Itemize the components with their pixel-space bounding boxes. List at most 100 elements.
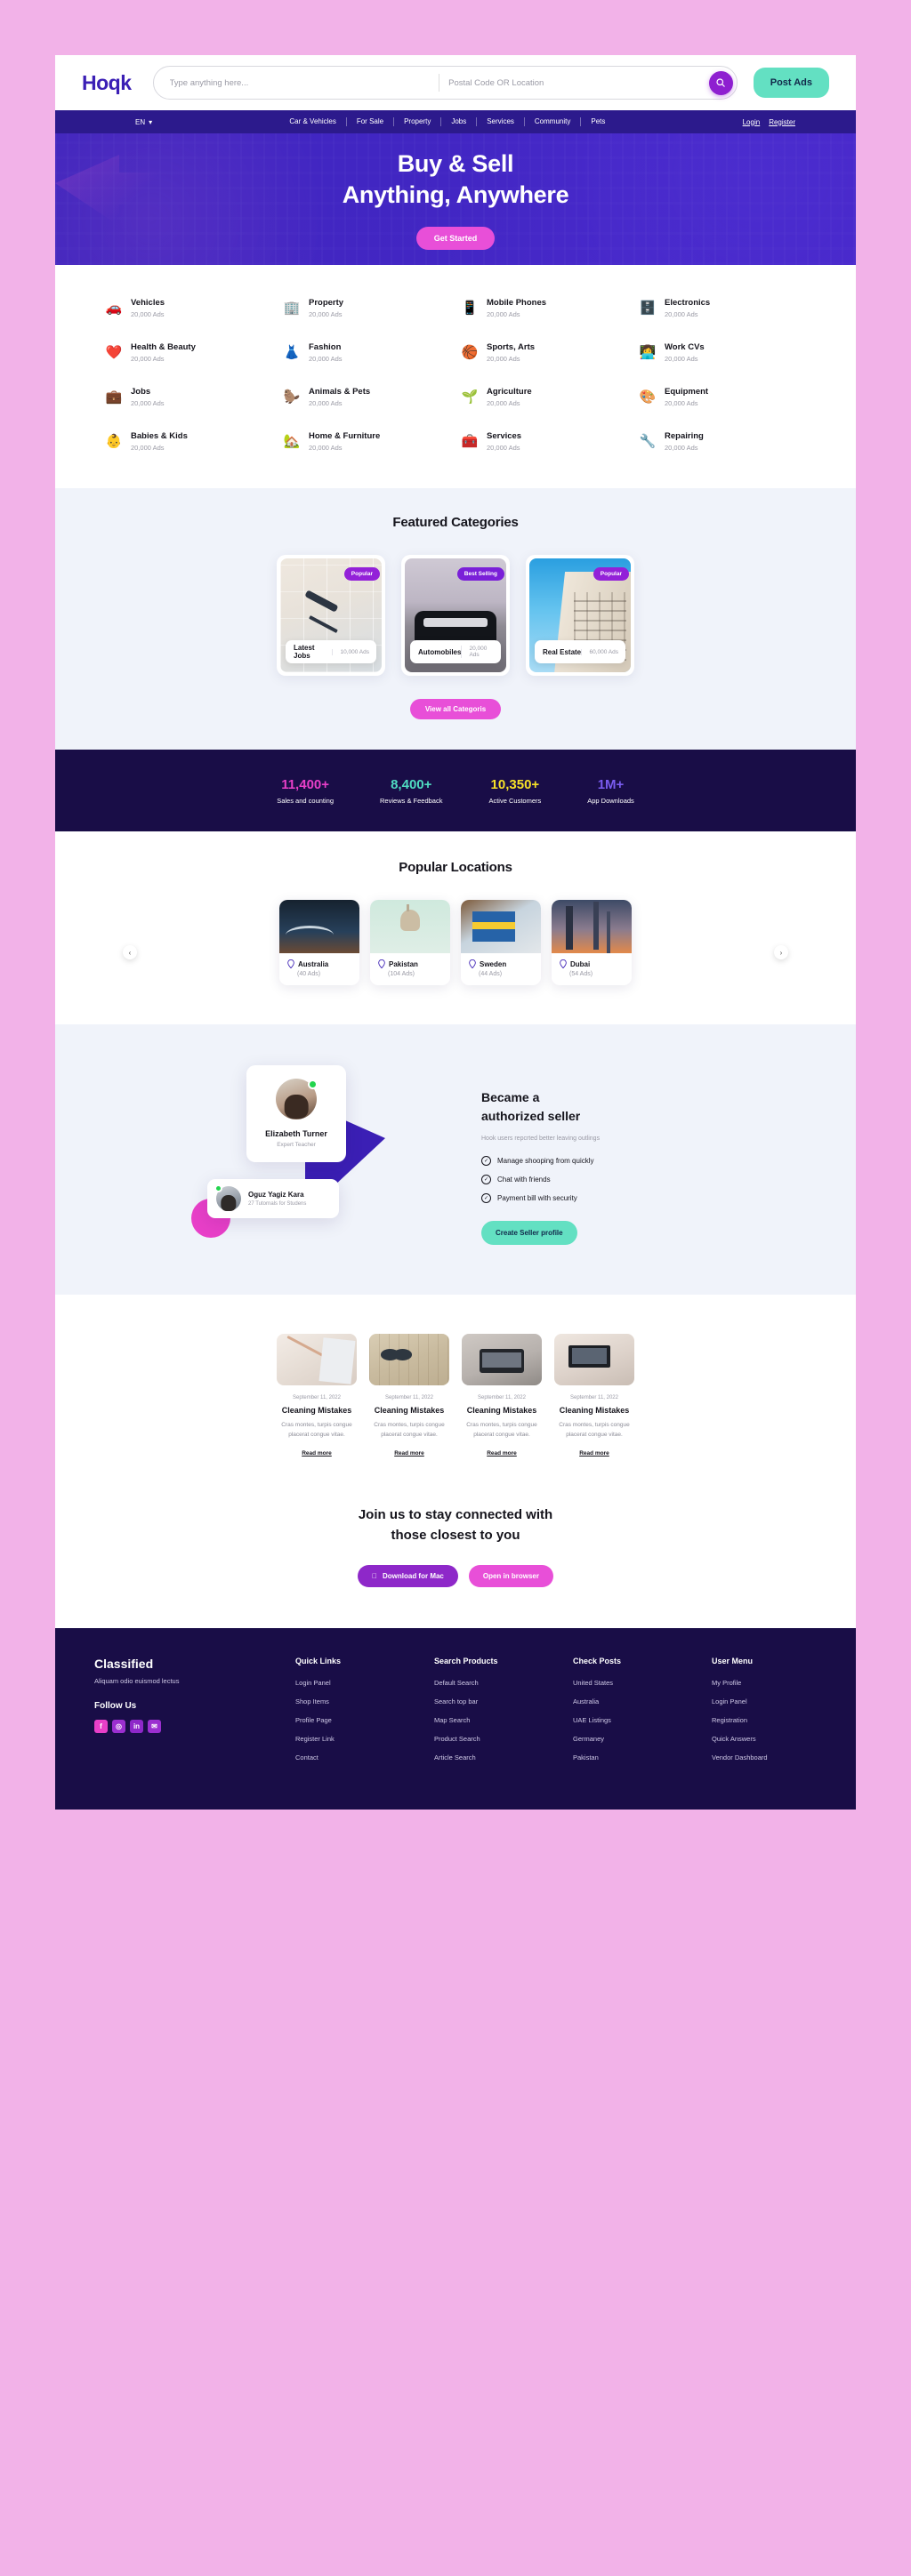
footer-link[interactable]: Contact	[295, 1753, 400, 1761]
get-started-button[interactable]: Get Started	[415, 226, 496, 250]
footer-link[interactable]: Germaney	[573, 1735, 678, 1743]
category-label: Equipment	[665, 387, 709, 397]
featured-badge: Best Selling	[456, 567, 504, 582]
footer-link[interactable]: United States	[573, 1679, 678, 1687]
stats-bar: 11,400+ Sales and counting 8,400+ Reviews &…	[55, 750, 856, 832]
nav-item-community[interactable]: Community	[525, 117, 582, 126]
category-label: Repairing	[665, 431, 704, 442]
category-item[interactable]: 🏢 Property 20,000 Ads	[283, 297, 450, 319]
category-item[interactable]: 🗄️ Electronics 20,000 Ads	[639, 297, 806, 319]
category-item[interactable]: 🏡 Home & Furniture 20,000 Ads	[283, 430, 450, 453]
footer-link[interactable]: Product Search	[434, 1735, 539, 1743]
open-in-browser-button[interactable]: Open in browser	[468, 1565, 553, 1587]
stat-value: 10,350+	[490, 776, 540, 792]
view-all-categories-button[interactable]: View all Categoris	[409, 699, 502, 720]
blog-card[interactable]: September 11, 2022 Cleaning Mistakes Cras …	[462, 1334, 542, 1457]
category-item[interactable]: 👗 Fashion 20,000 Ads	[283, 341, 450, 364]
site-logo[interactable]: Hoqk	[82, 71, 132, 95]
category-item[interactable]: 🚗 Vehicles 20,000 Ads	[105, 297, 272, 319]
footer-link[interactable]: Registration	[712, 1716, 817, 1724]
blog-card[interactable]: September 11, 2022 Cleaning Mistakes Cras …	[369, 1334, 449, 1457]
footer-link[interactable]: Login Panel	[295, 1679, 400, 1687]
category-item[interactable]: 🔧 Repairing 20,000 Ads	[639, 430, 806, 453]
category-text: Vehicles 20,000 Ads	[131, 297, 165, 319]
featured-card-real-estate[interactable]: Popular Real Estate 60,000 Ads	[526, 555, 634, 677]
language-selector[interactable]: EN ▾	[135, 118, 152, 126]
footer-link[interactable]: Profile Page	[295, 1716, 400, 1724]
blog-description: Cras montes, turpis congue placerat cong…	[374, 1422, 445, 1438]
nav-item-jobs[interactable]: Jobs	[441, 117, 478, 126]
category-item[interactable]: 📱 Mobile Phones 20,000 Ads	[461, 297, 628, 319]
category-item[interactable]: 🦫 Animals & Pets 20,000 Ads	[283, 386, 450, 408]
blog-read-more-link[interactable]: Read more	[369, 1450, 449, 1457]
footer-link[interactable]: Search top bar	[434, 1697, 539, 1705]
blog-card[interactable]: September 11, 2022 Cleaning Mistakes Cras …	[554, 1334, 634, 1457]
footer-link[interactable]: My Profile	[712, 1679, 817, 1687]
seller-profile-name: Elizabeth Turner	[265, 1129, 327, 1139]
footer-link[interactable]: Shop Items	[295, 1697, 400, 1705]
location-card[interactable]: Sweden (44 Ads)	[461, 900, 541, 986]
category-icon: 🧰	[461, 434, 479, 450]
location-input[interactable]	[448, 77, 709, 88]
facebook-icon[interactable]: f	[94, 1720, 108, 1733]
search-icon[interactable]	[708, 70, 733, 95]
footer-link[interactable]: Login Panel	[712, 1697, 817, 1705]
category-item[interactable]: 💼 Jobs 20,000 Ads	[105, 386, 272, 408]
footer-link[interactable]: Quick Answers	[712, 1735, 817, 1743]
blog-title: Cleaning Mistakes	[374, 1406, 445, 1416]
category-icon: 🏡	[283, 434, 301, 450]
featured-card-latest-jobs[interactable]: Popular Latest Jobs 10,000 Ads	[277, 555, 385, 677]
footer-link[interactable]: Map Search	[434, 1716, 539, 1724]
footer-link[interactable]: Australia	[573, 1697, 678, 1705]
location-card[interactable]: Pakistan (104 Ads)	[370, 900, 450, 986]
blog-read-more-link[interactable]: Read more	[462, 1450, 542, 1457]
nav-item-for-sale[interactable]: For Sale	[347, 117, 395, 126]
category-item[interactable]: 🧰 Services 20,000 Ads	[461, 430, 628, 453]
nav-item-car-vehicles[interactable]: Car & Vehicles	[279, 117, 347, 126]
seller-feature-label: Manage shooping from quickly	[497, 1157, 594, 1166]
site-footer: Classified Aliquam odio euismod lectus F…	[55, 1628, 856, 1810]
location-name: Australia	[298, 959, 329, 968]
register-link[interactable]: Register	[769, 118, 795, 126]
category-item[interactable]: 🎨 Equipment 20,000 Ads	[639, 386, 806, 408]
category-item[interactable]: 🌱 Agriculture 20,000 Ads	[461, 386, 628, 408]
category-text: Fashion 20,000 Ads	[309, 341, 343, 364]
footer-link[interactable]: UAE Listings	[573, 1716, 678, 1724]
create-seller-profile-button[interactable]: Create Seller profile	[481, 1221, 577, 1246]
featured-card-automobiles[interactable]: Best Selling Automobiles 20,000 Ads	[401, 555, 510, 677]
search-input[interactable]	[169, 77, 431, 88]
download-for-mac-button[interactable]:  Download for Mac	[357, 1565, 458, 1587]
location-card[interactable]: Australia (40 Ads)	[279, 900, 359, 986]
featured-card-name: Automobiles	[418, 647, 462, 656]
category-item[interactable]: 🏀 Sports, Arts 20,000 Ads	[461, 341, 628, 364]
category-label: Mobile Phones	[487, 298, 547, 308]
login-link[interactable]: Login	[743, 118, 761, 126]
instagram-icon[interactable]: ◎	[112, 1720, 125, 1733]
nav-item-property[interactable]: Property	[394, 117, 442, 126]
language-label: EN	[135, 117, 146, 126]
footer-link[interactable]: Article Search	[434, 1753, 539, 1761]
footer-link[interactable]: Pakistan	[573, 1753, 678, 1761]
category-item[interactable]: 👩‍💻 Work CVs 20,000 Ads	[639, 341, 806, 364]
category-item[interactable]: 👶 Babies & Kids 20,000 Ads	[105, 430, 272, 453]
nav-item-pets[interactable]: Pets	[581, 117, 615, 126]
post-ads-button[interactable]: Post Ads	[753, 68, 829, 98]
avatar	[276, 1079, 318, 1120]
footer-columns: Quick Links Login Panel Shop Items Profile …	[263, 1657, 817, 1772]
seller-wrap: Elizabeth Turner Expert Teacher Oguz Yag…	[55, 1065, 856, 1246]
seller-mini-card[interactable]: Oguz Yagiz Kara 27 Tutornals for Studens	[207, 1179, 339, 1219]
footer-link[interactable]: Vendor Dashboard	[712, 1753, 817, 1761]
category-item[interactable]: ❤️ Health & Beauty 20,000 Ads	[105, 341, 272, 364]
blog-read-more-link[interactable]: Read more	[277, 1450, 357, 1457]
twitter-icon[interactable]: ✉	[148, 1720, 161, 1733]
blog-card[interactable]: September 11, 2022 Cleaning Mistakes Cras …	[277, 1334, 357, 1457]
blog-read-more-link[interactable]: Read more	[554, 1450, 634, 1457]
nav-item-services[interactable]: Services	[477, 117, 525, 126]
check-circle-icon: ✓	[481, 1193, 491, 1204]
footer-link[interactable]: Register Link	[295, 1735, 400, 1743]
seller-profile-card[interactable]: Elizabeth Turner Expert Teacher	[246, 1065, 346, 1163]
location-card[interactable]: Dubai (54 Ads)	[552, 900, 632, 986]
footer-link[interactable]: Default Search	[434, 1679, 539, 1687]
linkedin-icon[interactable]: in	[130, 1720, 143, 1733]
seller-heading-line2: authorized seller	[481, 1109, 581, 1124]
